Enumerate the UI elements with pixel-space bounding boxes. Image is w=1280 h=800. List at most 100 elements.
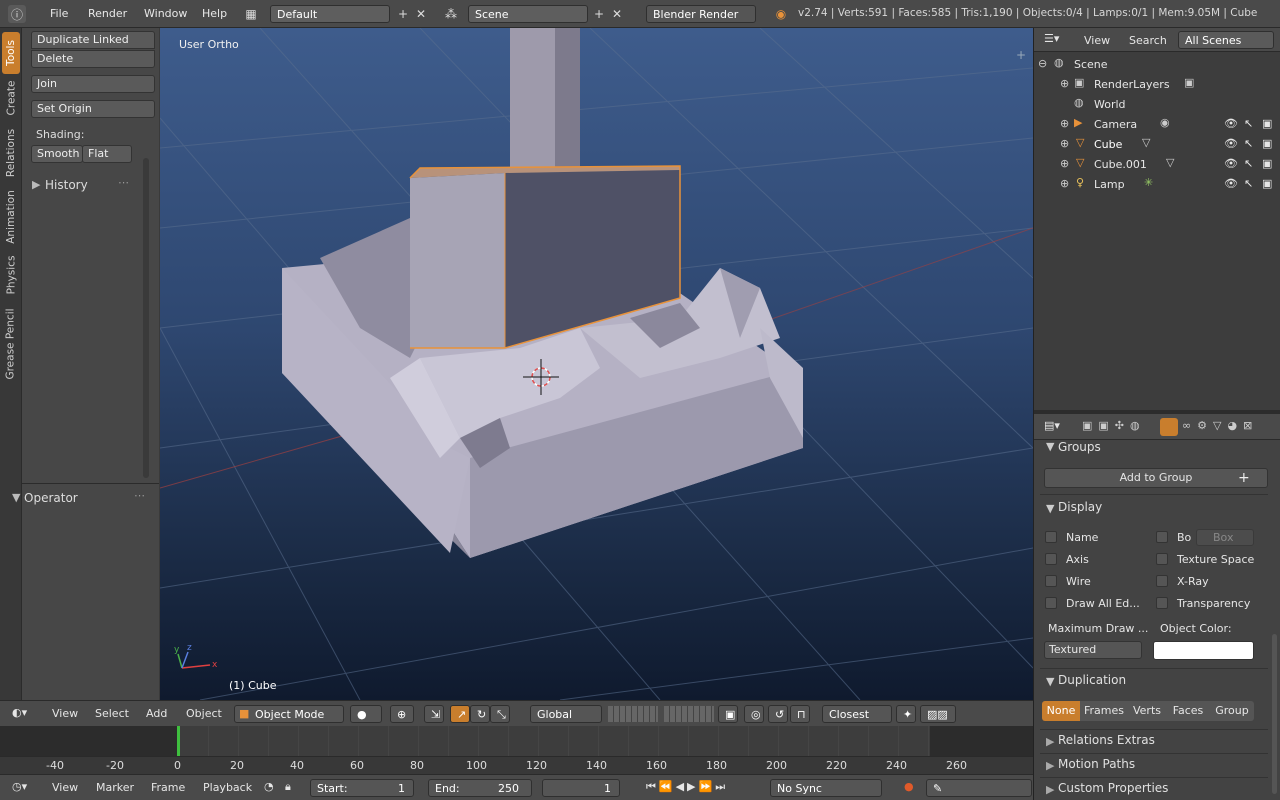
menu-object[interactable]: Object xyxy=(186,707,222,720)
add-icon[interactable]: + xyxy=(1238,470,1250,486)
snap-element-button[interactable]: ⊓ xyxy=(790,705,810,723)
menu-window[interactable]: Window xyxy=(144,7,187,20)
scene-icon[interactable]: ⁂ xyxy=(442,5,460,23)
add-scene-icon[interactable]: + xyxy=(590,5,608,23)
outliner-row-cube001[interactable]: ⊕ ▽ Cube.001 ▽ 👁︎ ↖ ▣ xyxy=(1034,154,1280,174)
selectable-cursor-icon[interactable]: ↖ xyxy=(1244,177,1253,190)
context-tabs[interactable]: ▣▣✣◍ xyxy=(1082,419,1146,432)
drag-handle-icon[interactable]: ⋯ xyxy=(134,489,145,502)
add-region-icon[interactable]: + xyxy=(1016,48,1026,62)
outliner-row-scene[interactable]: ⊖ ◍ Scene xyxy=(1034,54,1280,74)
custom-properties-panel-header[interactable]: Custom Properties xyxy=(1058,777,1280,799)
renderable-icon[interactable]: ▣ xyxy=(1262,157,1272,170)
sync-mode-select[interactable]: No Sync xyxy=(770,779,882,797)
object-color-swatch[interactable] xyxy=(1153,641,1254,660)
expand-icon[interactable]: ⊕ xyxy=(1060,117,1069,130)
render-preview-button[interactable]: ✦ xyxy=(896,705,916,723)
render-engine-select[interactable]: Blender Render xyxy=(646,5,756,23)
lock-layers-button[interactable]: ▣ xyxy=(718,705,738,723)
mode-select[interactable]: Object Mode xyxy=(234,705,344,723)
draw-type-select[interactable]: Textured xyxy=(1044,641,1142,659)
selectable-cursor-icon[interactable]: ↖ xyxy=(1244,157,1253,170)
proportional-edit-button[interactable]: ◎ xyxy=(744,705,764,723)
drag-handle-icon[interactable]: ⋯ xyxy=(118,176,129,189)
visibility-eye-icon[interactable]: 👁︎ xyxy=(1224,177,1238,190)
dup-faces-button[interactable]: Faces xyxy=(1166,701,1210,721)
horizontal-divider[interactable] xyxy=(1034,410,1280,414)
layer-buttons-2[interactable] xyxy=(664,706,714,722)
lock-icon[interactable]: 🔒︎ xyxy=(285,780,291,794)
tab-tools[interactable]: Tools xyxy=(2,32,20,74)
outliner-item-label[interactable]: Camera xyxy=(1094,118,1137,131)
motion-paths-panel-header[interactable]: Motion Paths xyxy=(1058,753,1280,775)
duplication-panel-header[interactable]: Duplication xyxy=(1058,669,1280,691)
snap-target-select[interactable]: Closest xyxy=(822,705,892,723)
outliner-item-label[interactable]: Scene xyxy=(1074,58,1108,71)
scale-manipulator[interactable]: ⤡ xyxy=(490,705,510,723)
wire-checkbox[interactable] xyxy=(1045,575,1057,587)
visibility-eye-icon[interactable]: 👁︎ xyxy=(1224,137,1238,150)
set-origin-button[interactable]: Set Origin xyxy=(31,100,155,118)
layout-field[interactable]: Default xyxy=(270,5,390,23)
history-panel-header[interactable]: History xyxy=(45,178,88,192)
properties-scrollbar[interactable] xyxy=(1272,634,1277,794)
timeline-menu-view[interactable]: View xyxy=(52,781,78,794)
join-button[interactable]: Join xyxy=(31,75,155,93)
display-expand-icon[interactable]: ▼ xyxy=(1046,502,1054,515)
toolshelf-scrollbar[interactable] xyxy=(143,158,149,478)
outliner-row-cube[interactable]: ⊕ ▽ Cube ▽ 👁︎ ↖ ▣ xyxy=(1034,134,1280,154)
dup-verts-button[interactable]: Verts xyxy=(1128,701,1166,721)
3d-viewport[interactable]: x y z User Ortho (1) Cube + xyxy=(160,28,1033,700)
record-icon[interactable]: ● xyxy=(904,780,914,793)
timeline-editor-icon[interactable]: ◷▾ xyxy=(12,780,27,793)
timeline-menu-playback[interactable]: Playback xyxy=(203,781,252,794)
tab-grease-pencil[interactable]: Grease Pencil xyxy=(2,302,20,386)
timeline-menu-frame[interactable]: Frame xyxy=(151,781,185,794)
dup-frames-button[interactable]: Frames xyxy=(1080,701,1128,721)
outliner-item-label[interactable]: RenderLayers xyxy=(1094,78,1170,91)
menu-select[interactable]: Select xyxy=(95,707,129,720)
operator-panel-header[interactable]: Operator xyxy=(24,491,78,505)
groups-expand-icon[interactable]: ▼ xyxy=(1046,440,1054,453)
tab-physics[interactable]: Physics xyxy=(2,252,20,298)
outliner-row-camera[interactable]: ⊕ ▶ Camera ◉ 👁︎ ↖ ▣ xyxy=(1034,114,1280,134)
frame-range[interactable] xyxy=(178,726,930,756)
layer-buttons[interactable] xyxy=(608,706,658,722)
expand-icon[interactable]: ⊕ xyxy=(1060,77,1069,90)
current-frame-field[interactable]: 1 xyxy=(542,779,620,797)
draw-all-edges-checkbox[interactable] xyxy=(1045,597,1057,609)
expand-icon[interactable]: ▶ xyxy=(1046,783,1054,796)
manipulator-toggle[interactable]: ⇲ xyxy=(424,705,444,723)
rotate-manipulator[interactable]: ↻ xyxy=(470,705,490,723)
frame-ruler[interactable]: -40 -20 0 20 40 60 80 100 120 140 160 18… xyxy=(0,756,1033,774)
outliner-row-lamp[interactable]: ⊕ ♀ Lamp ✳ 👁︎ ↖ ▣ xyxy=(1034,174,1280,194)
more-context-tabs[interactable]: ∞⚙▽◕⊠ xyxy=(1182,419,1258,432)
timeline-menu-marker[interactable]: Marker xyxy=(96,781,134,794)
scene-field[interactable]: Scene xyxy=(468,5,588,23)
menu-file[interactable]: File xyxy=(50,7,68,20)
selectable-cursor-icon[interactable]: ↖ xyxy=(1244,117,1253,130)
preview-range-icon[interactable]: ◔ xyxy=(264,780,274,793)
outliner-item-label[interactable]: Lamp xyxy=(1094,178,1125,191)
tab-create[interactable]: Create xyxy=(2,76,20,120)
object-tab-icon[interactable] xyxy=(1160,418,1178,436)
screen-layout-icon[interactable]: ▦ xyxy=(242,5,260,23)
selectable-cursor-icon[interactable]: ↖ xyxy=(1244,137,1253,150)
menu-add[interactable]: Add xyxy=(146,707,167,720)
pivot-select[interactable]: ⊕ xyxy=(390,705,414,723)
menu-view[interactable]: View xyxy=(52,707,78,720)
properties-editor-icon[interactable]: ▤▾ xyxy=(1044,419,1060,432)
tab-animation[interactable]: Animation xyxy=(2,186,20,248)
smooth-button[interactable]: Smooth xyxy=(31,145,83,163)
bounds-checkbox[interactable] xyxy=(1156,531,1168,543)
current-frame-marker[interactable] xyxy=(177,726,180,756)
expand-icon[interactable]: ⊕ xyxy=(1060,177,1069,190)
add-to-group-button[interactable]: Add to Group xyxy=(1044,468,1268,488)
visibility-eye-icon[interactable]: 👁︎ xyxy=(1224,117,1238,130)
relations-extras-panel-header[interactable]: Relations Extras xyxy=(1058,729,1280,751)
outliner-menu-search[interactable]: Search xyxy=(1129,34,1167,47)
collapse-icon[interactable]: ⊖ xyxy=(1038,57,1047,70)
renderable-icon[interactable]: ▣ xyxy=(1262,117,1272,130)
flat-button[interactable]: Flat xyxy=(82,145,132,163)
snap-toggle[interactable]: ↺ xyxy=(768,705,788,723)
